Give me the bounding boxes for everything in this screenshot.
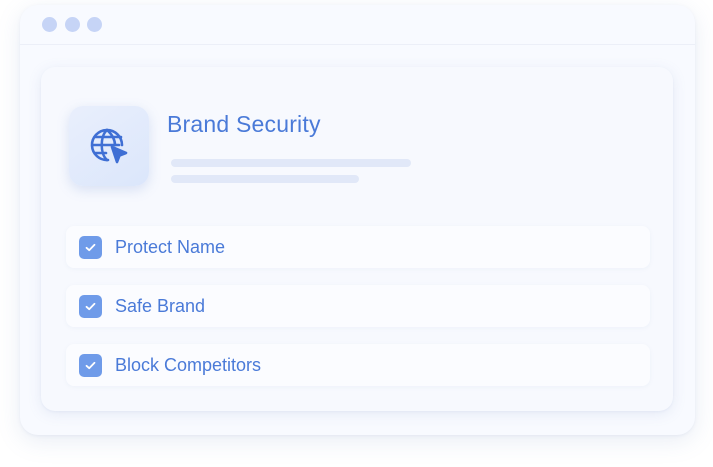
option-label: Block Competitors bbox=[115, 355, 262, 375]
placeholder-line bbox=[171, 159, 411, 167]
window-titlebar bbox=[20, 5, 695, 45]
checkmark-icon bbox=[85, 243, 96, 252]
checkbox-checked[interactable] bbox=[79, 354, 102, 377]
window-minimize-dot[interactable] bbox=[65, 17, 80, 32]
checkmark-icon bbox=[85, 302, 96, 311]
option-label: Protect Name bbox=[115, 237, 226, 257]
app-window: Brand Security Protect Name Safe Brand B… bbox=[20, 5, 695, 435]
placeholder-line bbox=[171, 175, 359, 183]
option-row-protect-name[interactable]: Protect Name bbox=[66, 226, 650, 268]
option-label: Safe Brand bbox=[115, 296, 206, 316]
checkbox-checked[interactable] bbox=[79, 236, 102, 259]
option-row-block-competitors[interactable]: Block Competitors bbox=[66, 344, 650, 386]
checkbox-checked[interactable] bbox=[79, 295, 102, 318]
checkmark-icon bbox=[85, 361, 96, 370]
option-row-safe-brand[interactable]: Safe Brand bbox=[66, 285, 650, 327]
window-maximize-dot[interactable] bbox=[87, 17, 102, 32]
window-close-dot[interactable] bbox=[42, 17, 57, 32]
globe-cursor-icon bbox=[69, 106, 149, 186]
card-title: Brand Security bbox=[167, 111, 321, 137]
brand-security-card: Brand Security Protect Name Safe Brand B… bbox=[41, 67, 673, 411]
